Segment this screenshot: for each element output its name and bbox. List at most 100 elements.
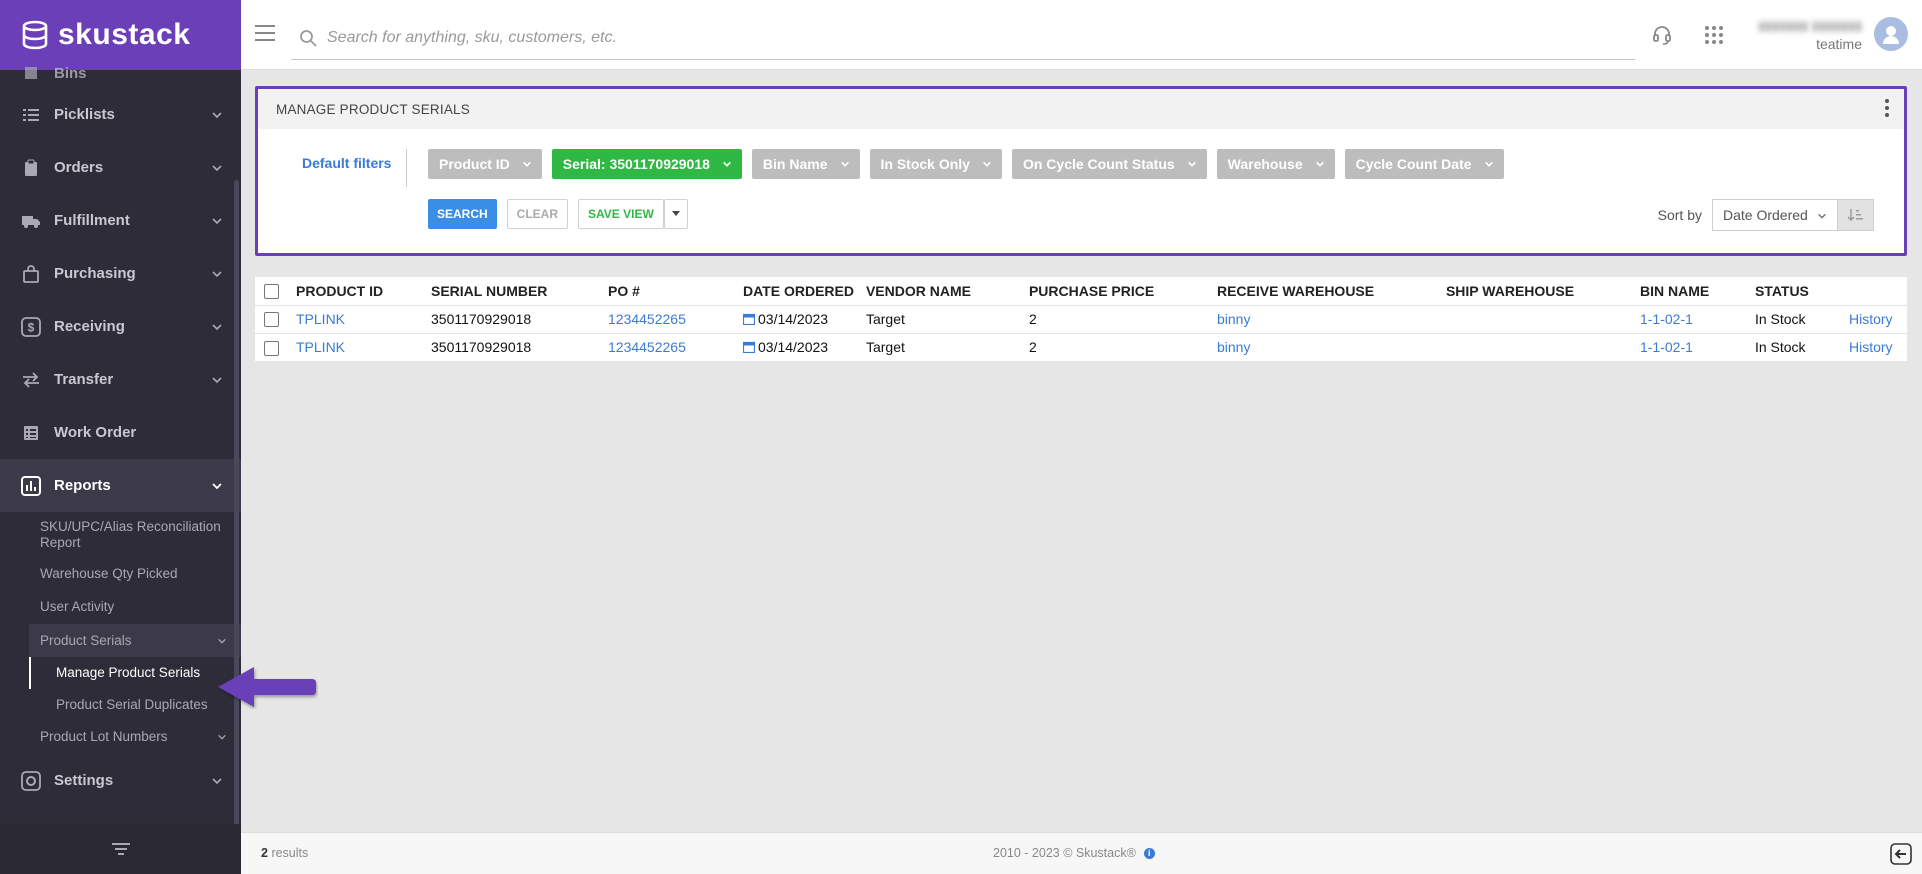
column-header[interactable]: SHIP WAREHOUSE	[1440, 277, 1634, 305]
user-info[interactable]: ▮▮▮▮▮▮▮ ▮▮▮▮▮▮▮ teatime	[1758, 18, 1862, 52]
sidebar-item-bins[interactable]: Bins	[0, 58, 241, 88]
column-header[interactable]: PO #	[602, 277, 737, 305]
sort-by-label: Sort by	[1657, 207, 1702, 223]
column-header[interactable]: DATE ORDERED	[737, 277, 860, 305]
avatar[interactable]	[1874, 17, 1908, 51]
column-header[interactable]: SERIAL NUMBER	[425, 277, 602, 305]
purchase-price: 2	[1022, 304, 1211, 333]
ship-warehouse	[1439, 332, 1634, 361]
column-header[interactable]: BIN NAME	[1634, 277, 1749, 305]
sidebar-item-settings[interactable]: Settings	[0, 754, 241, 807]
sidebar-item-label: Bins	[54, 64, 87, 82]
chevron-down-icon	[212, 482, 222, 489]
column-header[interactable]: PRODUCT ID	[290, 277, 425, 305]
vendor-name: Target	[859, 332, 1023, 361]
sort-direction-button[interactable]	[1838, 199, 1874, 231]
sidebar-item-orders[interactable]: Orders	[0, 141, 241, 194]
list-icon	[20, 104, 42, 126]
results-count: 2 results	[261, 846, 308, 860]
column-header[interactable]: VENDOR NAME	[860, 277, 1023, 305]
product-id-link[interactable]: TPLINK	[296, 339, 345, 355]
submenu-item-manage-product-serials[interactable]: Manage Product Serials	[29, 657, 241, 689]
save-view-button[interactable]: SAVE VIEW	[578, 199, 664, 229]
history-link[interactable]: History	[1849, 339, 1893, 355]
receive-warehouse-link[interactable]: binny	[1217, 311, 1250, 327]
filter-chip-product-id[interactable]: Product ID	[428, 149, 542, 179]
sidebar-item-label: Transfer	[54, 371, 114, 388]
sidebar-item-fulfillment[interactable]: Fulfillment	[0, 194, 241, 247]
sidebar-item-label: Work Order	[54, 424, 137, 441]
filter-chip-bin-name[interactable]: Bin Name	[751, 149, 860, 179]
row-checkbox[interactable]	[264, 340, 279, 356]
caret-down-icon	[671, 211, 680, 216]
headset-icon[interactable]	[1651, 24, 1673, 46]
sidebar-scrollbar[interactable]	[234, 180, 239, 840]
gear-icon	[20, 770, 42, 792]
page-title: MANAGE PRODUCT SERIALS	[276, 101, 470, 117]
save-view-dropdown[interactable]	[663, 199, 688, 229]
submenu-item-product-serial-duplicates[interactable]: Product Serial Duplicates	[0, 689, 241, 721]
calendar-icon	[743, 342, 755, 354]
sidebar-item-receiving[interactable]: $ Receiving	[0, 300, 241, 353]
collapse-arrow-icon[interactable]	[1890, 843, 1912, 865]
truck-icon	[20, 210, 42, 232]
bag-icon	[20, 263, 42, 285]
sidebar-item-label: Purchasing	[54, 265, 136, 282]
sidebar-item-label: Fulfillment	[54, 212, 130, 229]
user-company: teatime	[1816, 36, 1862, 52]
submenu-item-label: Manage Product Serials	[56, 665, 201, 680]
submenu-item-warehouse-qty-picked[interactable]: Warehouse Qty Picked	[0, 557, 241, 591]
submenu-item-product-serials[interactable]: Product Serials	[29, 624, 241, 657]
apps-grid-icon[interactable]	[1703, 24, 1725, 46]
default-filters-link[interactable]: Default filters	[302, 155, 391, 171]
po-link[interactable]: 1234452265	[608, 339, 686, 355]
avatar-icon	[1883, 26, 1899, 44]
po-link[interactable]: 1234452265	[608, 311, 686, 327]
filter-chip-cycle-count-status[interactable]: On Cycle Count Status	[1011, 149, 1207, 179]
bin-name-link[interactable]: 1-1-02-1	[1640, 339, 1693, 355]
search-input[interactable]	[327, 28, 1527, 47]
product-id-link[interactable]: TPLINK	[296, 311, 345, 327]
sidebar-collapse-toggle[interactable]	[0, 824, 241, 874]
serial-number: 3501170929018	[425, 332, 602, 361]
submenu-item-sku-reconciliation[interactable]: SKU/UPC/Alias Reconciliation Report	[0, 512, 241, 557]
row-checkbox[interactable]	[264, 312, 279, 328]
footer: 2 results 2010 - 2023 © Skustack® i	[241, 832, 1922, 874]
sort-lines-icon	[111, 843, 130, 855]
history-link[interactable]: History	[1849, 311, 1893, 327]
chevron-down-icon	[212, 376, 222, 383]
sidebar-item-work-order[interactable]: Work Order	[0, 406, 241, 459]
sidebar-item-reports[interactable]: Reports	[0, 459, 241, 512]
copyright: 2010 - 2023 © Skustack® i	[993, 846, 1155, 860]
results-table: PRODUCT ID SERIAL NUMBER PO # DATE ORDER…	[255, 277, 1907, 361]
select-all-checkbox[interactable]	[264, 284, 279, 300]
column-header[interactable]: PURCHASE PRICE	[1023, 277, 1211, 305]
date-ordered: 03/14/2023	[758, 311, 829, 327]
table-header-row: PRODUCT ID SERIAL NUMBER PO # DATE ORDER…	[255, 277, 1907, 305]
menu-icon[interactable]	[255, 24, 275, 42]
submenu-item-user-activity[interactable]: User Activity	[0, 591, 241, 624]
filter-panel: MANAGE PRODUCT SERIALS Default filters P…	[255, 86, 1907, 256]
info-icon[interactable]: i	[1143, 847, 1155, 859]
bin-name-link[interactable]: 1-1-02-1	[1640, 311, 1693, 327]
sort-select[interactable]: Date Ordered	[1712, 199, 1838, 231]
filter-chip-serial[interactable]: Serial: 3501170929018	[551, 149, 742, 179]
filter-chip-cycle-count-date[interactable]: Cycle Count Date	[1344, 149, 1504, 179]
filter-chip-warehouse[interactable]: Warehouse	[1216, 149, 1335, 179]
submenu-item-product-lot-numbers[interactable]: Product Lot Numbers	[0, 721, 241, 754]
clipboard-icon	[20, 157, 42, 179]
copyright-text: 2010 - 2023 © Skustack®	[993, 846, 1136, 860]
column-header[interactable]: RECEIVE WAREHOUSE	[1211, 277, 1440, 305]
clear-button[interactable]: CLEAR	[506, 199, 569, 229]
more-options-icon[interactable]	[1884, 99, 1890, 119]
sidebar-item-picklists[interactable]: Picklists	[0, 88, 241, 141]
search-button[interactable]: SEARCH	[428, 199, 497, 229]
sidebar-item-label: Reports	[54, 477, 111, 494]
chevron-down-icon	[1818, 213, 1826, 219]
sidebar-item-purchasing[interactable]: Purchasing	[0, 247, 241, 300]
chevron-down-icon	[522, 161, 531, 167]
column-header[interactable]: STATUS	[1749, 277, 1843, 305]
filter-chip-in-stock-only[interactable]: In Stock Only	[869, 149, 1002, 179]
sidebar-item-transfer[interactable]: Transfer	[0, 353, 241, 406]
receive-warehouse-link[interactable]: binny	[1217, 339, 1250, 355]
